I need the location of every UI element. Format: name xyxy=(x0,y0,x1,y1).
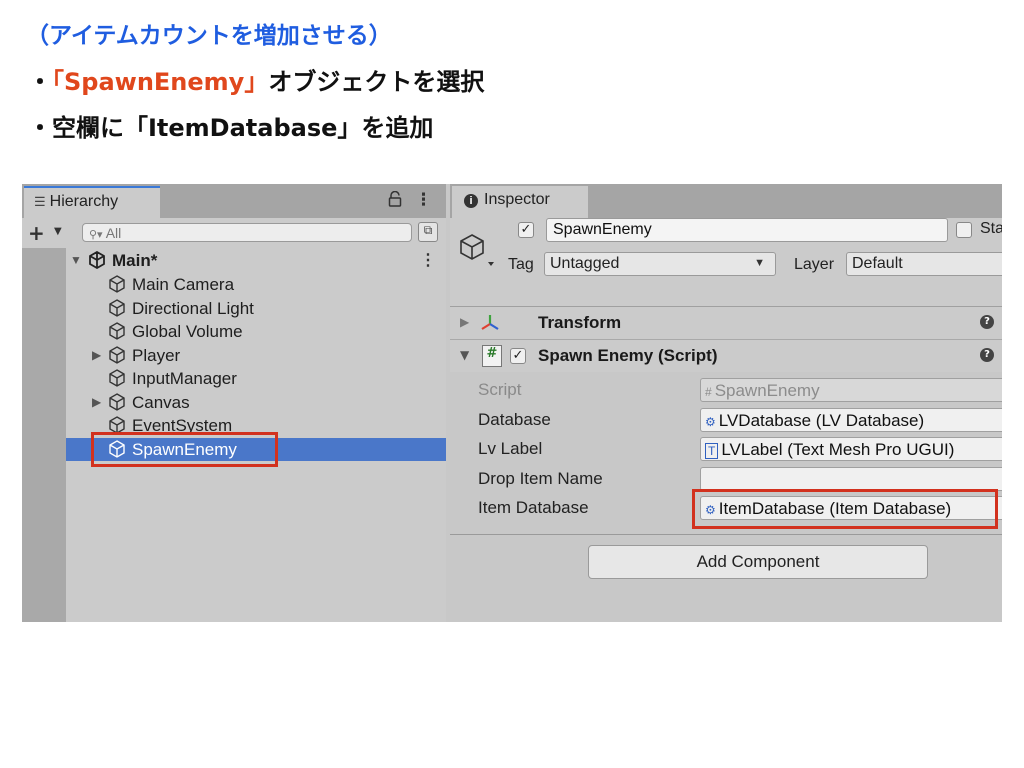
info-icon: i xyxy=(464,194,478,208)
layer-value: Default xyxy=(852,255,903,272)
script-icon: # xyxy=(705,385,712,399)
search-icon: ⚲▾ xyxy=(89,229,103,241)
search-by-type-icon[interactable]: ⧉ xyxy=(418,222,438,242)
tab-hierarchy-label: Hierarchy xyxy=(49,193,119,210)
hierarchy-item-label: Directional Light xyxy=(132,298,254,318)
gameobject-icon xyxy=(460,234,494,266)
object-header: ✓ SpawnEnemy Sta Tag Untagged ▼ Layer Def… xyxy=(450,218,1002,307)
kebab-menu-icon[interactable]: ⋮ xyxy=(415,190,432,210)
gameobject-icon xyxy=(109,369,125,387)
gameobject-icon xyxy=(109,392,125,411)
collapse-arrow-icon[interactable]: ▶ xyxy=(460,315,469,329)
component-spawn-enemy[interactable]: ▼ # ✓ Spawn Enemy (Script) ? xyxy=(450,340,1002,373)
hierarchy-item-label: Player xyxy=(132,345,181,365)
object-name-field[interactable]: SpawnEnemy xyxy=(546,218,948,242)
expand-arrow-icon[interactable]: ▼ xyxy=(70,253,82,267)
text-component-icon: T xyxy=(705,443,719,459)
hierarchy-item[interactable]: ▶ Player xyxy=(66,344,446,367)
script-icon: # xyxy=(482,345,502,367)
transform-icon xyxy=(481,315,499,330)
inspector-tabbar: i Inspector xyxy=(450,184,1002,218)
bullet-text: オブジェクトを選択 xyxy=(268,68,485,96)
gameobject-icon xyxy=(109,298,125,317)
bullet-text: 空欄に「ItemDatabase」を追加 xyxy=(52,114,434,142)
add-component-button[interactable]: Add Component xyxy=(588,545,928,579)
add-icon[interactable]: + xyxy=(28,221,45,245)
bullet-marker: ・ xyxy=(28,114,52,142)
hierarchy-item-label: Global Volume xyxy=(132,322,243,341)
tag-label: Tag xyxy=(508,256,534,273)
scene-menu-icon[interactable]: ⋮ xyxy=(420,250,436,270)
tab-hierarchy[interactable]: ☰ Hierarchy xyxy=(24,186,160,218)
hierarchy-item-label: Main Camera xyxy=(132,275,235,294)
hierarchy-tab-tools: ⋮ xyxy=(388,190,432,210)
static-label: Sta xyxy=(980,220,1002,237)
property-label: Script xyxy=(478,380,522,399)
component-transform[interactable]: ▶ Transform ? xyxy=(450,307,1002,340)
tab-inspector-label: Inspector xyxy=(484,191,550,208)
hierarchy-item[interactable]: ▶ Canvas xyxy=(66,391,446,414)
property-label: Database xyxy=(478,409,551,429)
layer-dropdown[interactable]: Default xyxy=(846,252,1002,276)
hierarchy-panel: ☰ Hierarchy ⋮ + ▼ ⚲▾ All ⧉ ▼ Main* ⋮ Main… xyxy=(22,184,446,622)
divider xyxy=(450,534,1002,535)
property-value: LVLabel (Text Mesh Pro UGUI) xyxy=(721,440,955,459)
expand-arrow-icon[interactable]: ▶ xyxy=(92,348,101,362)
search-input[interactable]: ⚲▾ All xyxy=(82,223,412,242)
lock-icon[interactable] xyxy=(388,190,407,210)
tag-dropdown[interactable]: Untagged ▼ xyxy=(544,252,776,276)
help-icon[interactable]: ? xyxy=(980,315,994,329)
property-value: LVDatabase (LV Database) xyxy=(718,410,925,430)
gameobject-icon xyxy=(109,345,125,364)
property-field[interactable]: ⚙ LVDatabase (LV Database) xyxy=(700,407,1002,432)
callout-box-spawnenemy xyxy=(91,432,278,467)
search-placeholder: All xyxy=(105,225,122,241)
scene-row[interactable]: ▼ Main* ⋮ xyxy=(66,249,446,272)
hierarchy-item[interactable]: InputManager xyxy=(66,367,446,390)
chevron-down-icon: ▼ xyxy=(754,257,765,269)
scene-name: Main* xyxy=(112,251,158,270)
hierarchy-toolbar: + ▼ ⚲▾ All ⧉ xyxy=(22,218,446,249)
hierarchy-item-label: InputManager xyxy=(132,369,237,388)
hierarchy-item[interactable]: Global Volume xyxy=(66,320,446,343)
expand-arrow-icon[interactable]: ▼ xyxy=(460,348,469,362)
hierarchy-gutter xyxy=(22,248,66,622)
tab-inspector[interactable]: i Inspector xyxy=(452,186,588,218)
hierarchy-tabbar: ☰ Hierarchy ⋮ xyxy=(22,184,446,218)
callout-box-item-database xyxy=(692,489,998,529)
property-label: Item Database xyxy=(478,498,589,517)
gameobject-icon xyxy=(109,322,125,340)
unity-editor-screenshot: ☰ Hierarchy ⋮ + ▼ ⚲▾ All ⧉ ▼ Main* ⋮ Main… xyxy=(22,184,1002,622)
bullet-add-item-database: ・空欄に「ItemDatabase」を追加 xyxy=(28,108,433,143)
component-enabled-checkbox[interactable]: ✓ xyxy=(510,348,526,364)
hierarchy-item-label: Canvas xyxy=(132,392,190,412)
tag-value: Untagged xyxy=(550,255,620,272)
component-title: Transform xyxy=(538,313,622,332)
bullet-select-object: ・「SpawnEnemy」オブジェクトを選択 xyxy=(28,62,484,97)
hierarchy-item[interactable]: Main Camera xyxy=(66,273,446,296)
help-icon[interactable]: ? xyxy=(980,348,994,362)
active-checkbox[interactable]: ✓ xyxy=(518,222,534,238)
inspector-panel: i Inspector ✓ SpawnEnemy Sta Tag Untagged… xyxy=(450,184,1002,622)
property-field: # SpawnEnemy xyxy=(700,378,1002,402)
hierarchy-item[interactable]: Directional Light xyxy=(66,297,446,320)
gameobject-icon xyxy=(109,275,125,293)
scriptable-object-icon: ⚙ xyxy=(705,414,716,429)
list-icon: ☰ xyxy=(34,194,46,209)
slide-heading: （アイテムカウントを増加させる） xyxy=(26,23,392,49)
chevron-down-icon[interactable]: ▼ xyxy=(54,226,62,237)
bullet-highlight: 「SpawnEnemy」 xyxy=(52,68,269,96)
property-value: SpawnEnemy xyxy=(714,381,820,400)
component-title: Spawn Enemy (Script) xyxy=(538,346,718,365)
bullet-marker: ・ xyxy=(28,68,52,96)
layer-label: Layer xyxy=(794,256,835,273)
property-field[interactable] xyxy=(700,466,1002,491)
static-checkbox[interactable] xyxy=(956,222,972,238)
property-label: Drop Item Name xyxy=(478,468,603,488)
expand-arrow-icon[interactable]: ▶ xyxy=(92,395,101,409)
unity-scene-icon xyxy=(89,251,105,269)
property-label: Lv Label xyxy=(478,439,543,458)
property-field[interactable]: T LVLabel (Text Mesh Pro UGUI) xyxy=(700,437,1002,461)
